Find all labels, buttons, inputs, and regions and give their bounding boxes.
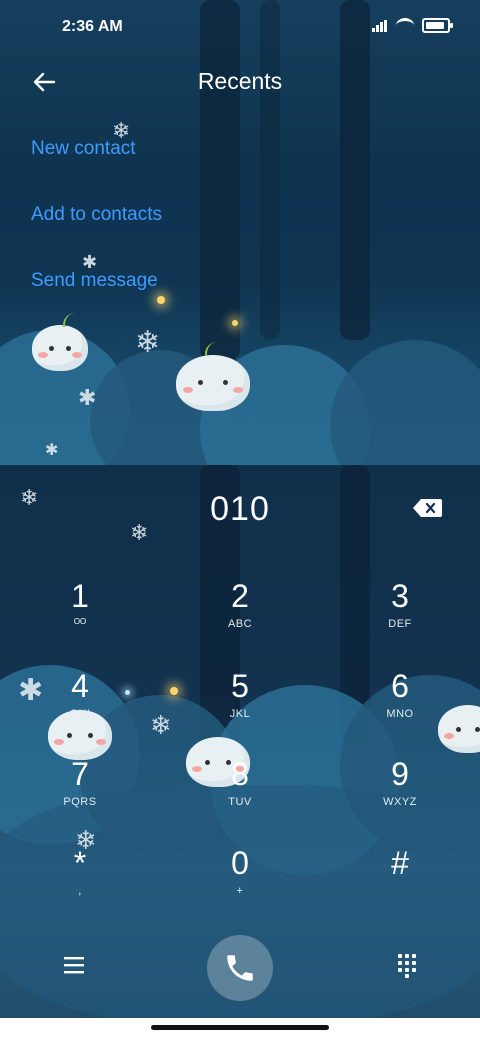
new-contact-link[interactable]: New contact [31, 138, 136, 160]
key-digit: 9 [391, 756, 409, 792]
call-button[interactable] [207, 935, 273, 1001]
key-letters: , [78, 885, 82, 897]
dialpad-icon[interactable] [397, 953, 417, 979]
key-digit: 1 [71, 578, 89, 614]
key-digit: 2 [231, 578, 249, 614]
signal-icon [372, 19, 388, 32]
phone-icon [227, 955, 253, 981]
key-letters: GHI [69, 708, 91, 720]
wifi-icon [396, 18, 414, 33]
key-star[interactable]: *, [25, 845, 135, 925]
key-6[interactable]: 6 MNO [345, 668, 455, 748]
key-letters: TUV [228, 796, 252, 808]
key-2[interactable]: 2 ABC [185, 578, 295, 658]
header: Recents [0, 56, 480, 108]
key-digit: 5 [231, 668, 249, 704]
key-3[interactable]: 3 DEF [345, 578, 455, 658]
key-digit: 4 [71, 668, 89, 704]
key-4[interactable]: 4 GHI [25, 668, 135, 748]
key-digit: 3 [391, 578, 409, 614]
dialed-number: 010 [210, 490, 270, 528]
hamburger-menu-icon[interactable] [63, 956, 85, 974]
key-letters: PQRS [63, 796, 97, 808]
key-letters: WXYZ [383, 796, 417, 808]
add-to-contacts-link[interactable]: Add to contacts [31, 204, 162, 226]
key-5[interactable]: 5 JKL [185, 668, 295, 748]
key-0[interactable]: 0 + [185, 845, 295, 925]
voicemail-icon: ᴼᴼ [73, 616, 87, 630]
key-letters: ABC [227, 618, 253, 630]
key-9[interactable]: 9 WXYZ [345, 756, 455, 836]
key-8[interactable]: 8 TUV [185, 756, 295, 836]
key-hash[interactable]: # [345, 845, 455, 925]
home-indicator [0, 1018, 480, 1040]
key-letters: DEF [388, 618, 412, 630]
key-digit: * [73, 845, 87, 881]
backspace-icon[interactable] [412, 498, 442, 518]
key-letters: MNO [386, 708, 414, 720]
send-message-link[interactable]: Send message [31, 270, 158, 292]
key-letters: JKL [229, 708, 251, 720]
key-digit: 6 [391, 668, 409, 704]
battery-icon [422, 18, 453, 33]
key-letters: + [236, 885, 244, 897]
page-title: Recents [197, 68, 283, 94]
key-7[interactable]: 7 PQRS [25, 756, 135, 836]
key-digit: 0 [231, 845, 249, 881]
key-digit: 8 [231, 756, 249, 792]
key-digit: # [391, 845, 409, 881]
key-digit: 7 [71, 756, 89, 792]
status-time: 2:36 AM [62, 18, 123, 35]
status-bar: 2:36 AM [0, 0, 480, 56]
home-bar [151, 1025, 329, 1030]
status-icons [372, 18, 453, 33]
